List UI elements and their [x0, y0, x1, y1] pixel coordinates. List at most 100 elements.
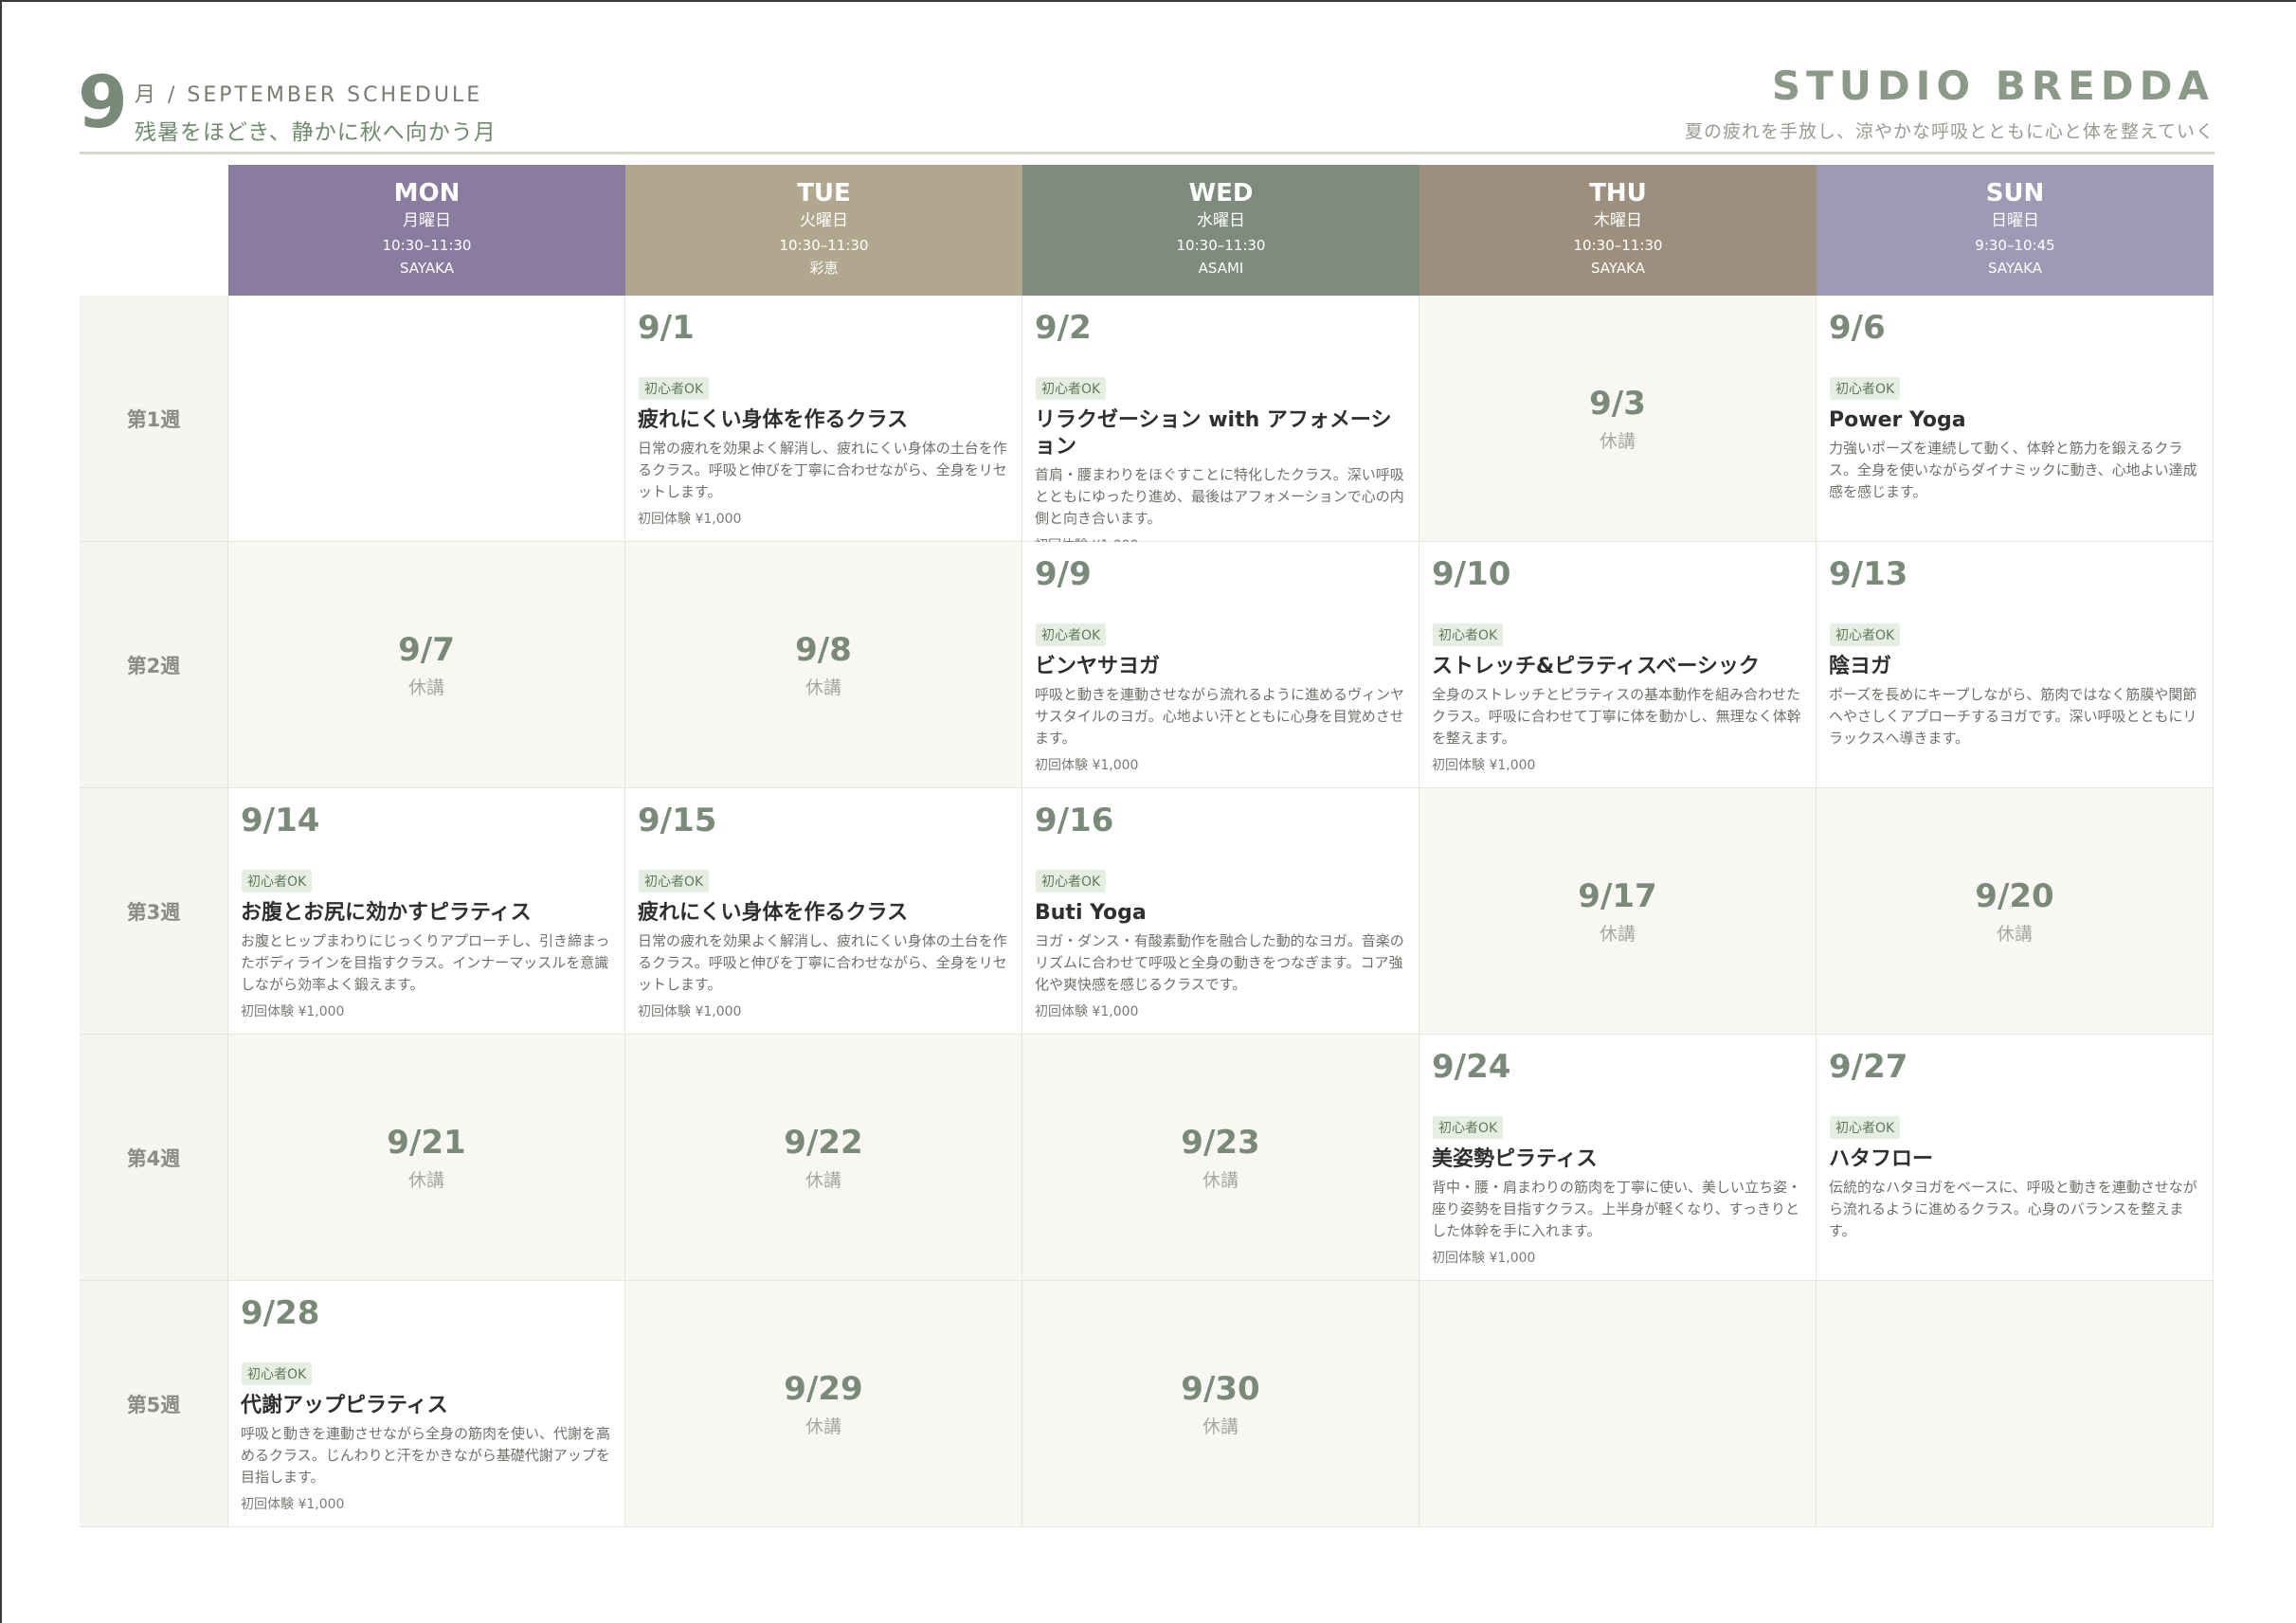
day-off-content: 9/23 休講 [1022, 1035, 1419, 1280]
day-off-cell: 9/21 休講 [228, 1035, 625, 1281]
beginner-badge: 初心者OK [1830, 623, 1901, 646]
class-time: 10:30–11:30 [1573, 237, 1663, 254]
class-cell: 9/28 初心者OK 代謝アップピラティス 呼吸と動きを連動させながら全身の筋肉を使い… [228, 1281, 625, 1527]
class-cell: 9/15 初心者OK 疲れにくい身体を作るクラス 日常の疲れを効果よく解消し、疲れにく… [625, 788, 1022, 1035]
day-name-en: WED [1188, 179, 1254, 207]
day-off-content: 9/3 休講 [1419, 296, 1816, 541]
day-name-jp: 木曜日 [1594, 211, 1642, 230]
class-date: 9/1 [638, 309, 695, 347]
off-date: 9/7 [398, 631, 455, 669]
day-name-en: MON [393, 179, 461, 207]
class-title: 陰ヨガ [1829, 655, 1892, 678]
class-description: 呼吸と動きを連動させながら流れるように進めるヴィンヤサスタイルのヨガ。心地よい汗… [1035, 686, 1405, 747]
week-label: 第2週 [80, 542, 228, 788]
class-cell: 9/27 初心者OK ハタフロー 伝統的なハタヨガをベースに、呼吸と動きを連動させなが… [1817, 1035, 2214, 1281]
day-off-content: 9/7 休講 [228, 542, 624, 787]
class-date: 9/28 [241, 1294, 320, 1332]
day-off-cell: 9/30 休講 [1022, 1281, 1419, 1527]
trial-price: 初回体験 ¥1,000 [1035, 758, 1139, 773]
day-off-cell: 9/22 休講 [625, 1035, 1022, 1281]
off-date: 9/20 [1975, 877, 2054, 915]
class-description: お腹とヒップまわりにじっくりアプローチし、引き締まったボディラインを目指すクラス… [241, 932, 610, 993]
off-date: 9/22 [784, 1124, 863, 1162]
class-title: 疲れにくい身体を作るクラス [638, 901, 909, 925]
day-off-cell: 9/8 休講 [625, 542, 1022, 788]
class-description: 伝統的なハタヨガをベースに、呼吸と動きを連動させながら流れるように進めるクラス。… [1829, 1179, 2197, 1239]
off-date: 9/8 [795, 631, 852, 669]
class-cell: 9/6 初心者OK Power Yoga 力強いポーズを連続して動く、体幹と筋力を鍛え… [1817, 296, 2214, 542]
off-date: 9/21 [387, 1124, 466, 1162]
day-off-cell: 9/7 休講 [228, 542, 625, 788]
day-off-cell: 9/3 休講 [1419, 296, 1817, 542]
class-date: 9/16 [1035, 802, 1114, 839]
instructor-name: SAYAKA [1988, 260, 2042, 277]
off-label: 休講 [1599, 924, 1636, 945]
month-title-en: 月 / SEPTEMBER SCHEDULE [135, 83, 483, 107]
class-date: 9/2 [1035, 309, 1092, 347]
off-date: 9/17 [1578, 877, 1657, 915]
class-date: 9/6 [1829, 309, 1886, 347]
beginner-badge: 初心者OK [242, 870, 313, 893]
week-row: 第1週 9/1 初心者OK 疲れにくい身体を作るクラス 日常の疲れを効果よく解消し、疲れ… [80, 296, 2217, 553]
week-row: 第4週 9/21 休講 9/22 休講 9/23 休講 9/24 初心者OK 美姿勢ピラティス 背中… [80, 1035, 2217, 1281]
class-description: 首肩・腰まわりをほぐすことに特化したクラス。深い呼吸とともにゆったり進め、最後は… [1035, 466, 1404, 527]
class-time: 9:30–10:45 [1975, 237, 2055, 254]
week-label: 第3週 [80, 788, 228, 1035]
off-date: 9/23 [1181, 1124, 1260, 1162]
trial-price: 初回体験 ¥1,000 [638, 512, 742, 527]
week-row: 第3週 9/14 初心者OK お腹とお尻に効かすピラティス お腹とヒップまわりにじっくり… [80, 788, 2217, 1035]
trial-price: 初回体験 ¥1,000 [1432, 1251, 1536, 1266]
class-cell: 9/16 初心者OK Buti Yoga ヨガ・ダンス・有酸素動作を融合した動的なヨガ… [1022, 788, 1419, 1035]
beginner-badge: 初心者OK [1036, 623, 1107, 646]
day-name-en: THU [1589, 179, 1647, 207]
class-date: 9/13 [1829, 555, 1908, 593]
grid-corner [80, 165, 228, 296]
day-name-en: SUN [1985, 179, 2045, 207]
header-divider [80, 152, 2215, 154]
class-time: 10:30–11:30 [382, 237, 472, 254]
beginner-badge: 初心者OK [1830, 377, 1901, 400]
off-label: 休講 [1996, 924, 2033, 945]
off-date: 9/30 [1181, 1370, 1260, 1408]
day-off-content: 9/8 休講 [625, 542, 1021, 787]
day-off-content: 9/21 休講 [228, 1035, 624, 1280]
class-cell: 9/14 初心者OK お腹とお尻に効かすピラティス お腹とヒップまわりにじっくりアプロ… [228, 788, 625, 1035]
off-label: 休講 [1599, 431, 1636, 452]
off-label: 休講 [407, 1170, 444, 1191]
studio-name: STUDIO BREDDA [1771, 63, 2215, 109]
class-description: 呼吸と動きを連動させながら全身の筋肉を使い、代謝を高めるクラス。じんわりと汗をか… [241, 1425, 611, 1486]
off-label: 休講 [1202, 1170, 1238, 1191]
week-rows: 第1週 9/1 初心者OK 疲れにくい身体を作るクラス 日常の疲れを効果よく解消し、疲れ… [80, 296, 2217, 1527]
day-header-sun: SUN 日曜日 9:30–10:45 SAYAKA [1817, 165, 2214, 296]
beginner-badge: 初心者OK [1433, 623, 1504, 646]
month-subtitle-jp: 残暑をほどき、静かに秋へ向かう月 [135, 120, 497, 145]
off-label: 休講 [805, 1416, 841, 1437]
empty-cell [1817, 1281, 2214, 1527]
month-number: 9 [78, 60, 128, 144]
beginner-badge: 初心者OK [639, 377, 710, 400]
trial-price: 初回体験 ¥1,000 [241, 1004, 345, 1019]
day-name-jp: 水曜日 [1197, 211, 1245, 230]
beginner-badge: 初心者OK [639, 870, 710, 893]
class-title: 代謝アップピラティス [241, 1394, 448, 1417]
class-title: リラクゼーション with アフォメーション [1035, 408, 1392, 459]
instructor-name: SAYAKA [1591, 260, 1645, 277]
off-label: 休講 [1202, 1416, 1238, 1437]
beginner-badge: 初心者OK [1036, 377, 1107, 400]
day-off-content: 9/20 休講 [1817, 788, 2213, 1034]
day-off-content: 9/22 休講 [625, 1035, 1021, 1280]
instructor-name: ASAMI [1198, 260, 1244, 277]
class-date: 9/10 [1432, 555, 1511, 593]
day-name-jp: 日曜日 [1991, 211, 2039, 230]
class-cell: 9/1 初心者OK 疲れにくい身体を作るクラス 日常の疲れを効果よく解消し、疲れにくい… [625, 296, 1022, 542]
class-title: ビンヤサヨガ [1035, 655, 1161, 678]
beginner-badge: 初心者OK [1830, 1116, 1901, 1139]
class-description: ポーズを長めにキープしながら、筋肉ではなく筋膜や関節へやさしくアプローチするヨガ… [1829, 686, 2197, 747]
class-cell: 9/9 初心者OK ビンヤサヨガ 呼吸と動きを連動させながら流れるように進めるヴィンヤ… [1022, 542, 1419, 788]
class-description: 力強いポーズを連続して動く、体幹と筋力を鍛えるクラス。全身を使いながらダイナミッ… [1829, 440, 2197, 500]
class-title: Buti Yoga [1035, 901, 1147, 925]
day-off-content: 9/30 休講 [1022, 1281, 1419, 1526]
day-off-cell: 9/23 休講 [1022, 1035, 1419, 1281]
week-row: 第5週 9/28 初心者OK 代謝アップピラティス 呼吸と動きを連動させながら全身の筋肉… [80, 1281, 2217, 1527]
day-off-content: 9/29 休講 [625, 1281, 1021, 1526]
